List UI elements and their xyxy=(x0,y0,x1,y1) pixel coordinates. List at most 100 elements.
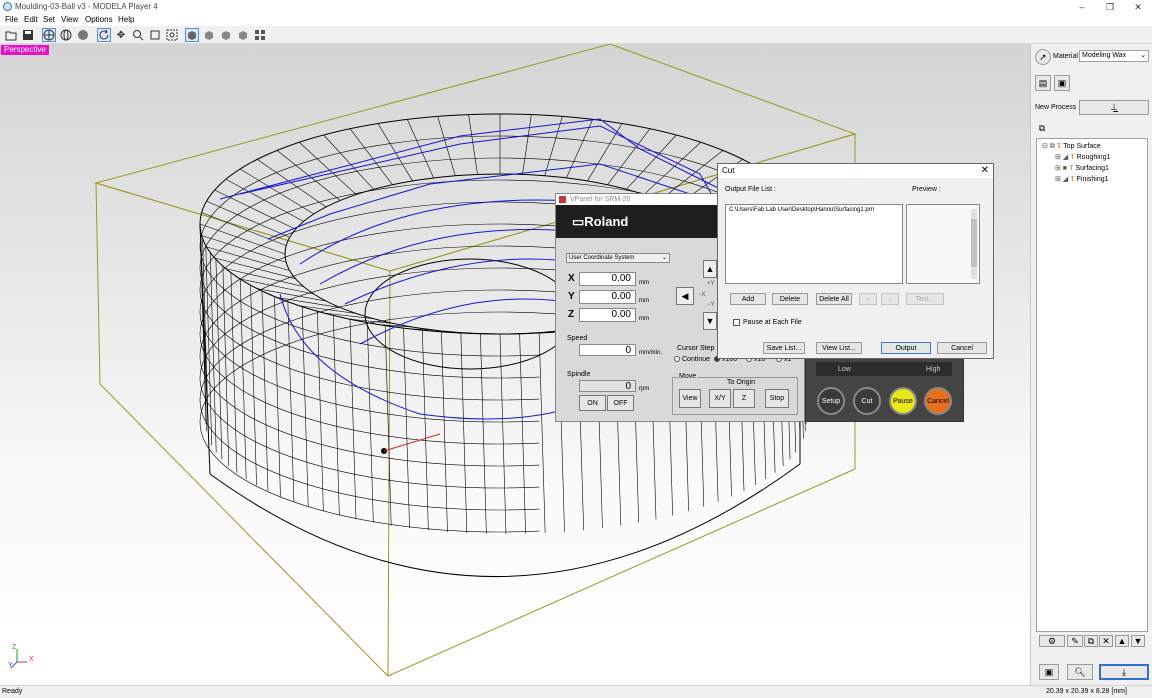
menu-options[interactable]: Options xyxy=(85,15,113,24)
menu-bar: File Edit Set View Options Help xyxy=(0,14,1152,26)
delete-button[interactable]: Delete xyxy=(772,293,808,305)
window-title: Moulding-03-Ball v3 - MODELA Player 4 xyxy=(15,2,158,11)
delete-icon[interactable]: ✕ xyxy=(1099,635,1113,647)
view-iso-icon[interactable] xyxy=(202,28,216,42)
speed-low-label: Low xyxy=(838,366,851,373)
jog-minus-x-button[interactable]: ◀ xyxy=(676,287,694,305)
menu-edit[interactable]: Edit xyxy=(24,15,38,24)
add-button[interactable]: Add xyxy=(730,293,766,305)
axis-z-label: Z xyxy=(12,644,17,651)
globe-icon[interactable] xyxy=(42,28,56,42)
cut-dialog: Cut ✕ Output File List : Preview : C:\Use… xyxy=(717,163,994,359)
preview-icon[interactable]: ▣ xyxy=(1039,664,1059,680)
view-top-icon[interactable] xyxy=(236,28,250,42)
tree-item-surfacing1[interactable]: ⊞ ■ 𝐓 Surfacing1 xyxy=(1055,164,1109,173)
move-icon[interactable]: ✥ xyxy=(114,28,128,42)
minimize-button[interactable]: – xyxy=(1068,1,1096,13)
delete-all-button[interactable]: Delete All xyxy=(816,293,852,305)
spindle-on-button[interactable]: ON xyxy=(579,395,606,411)
y-unit: mm xyxy=(639,298,649,304)
axis-triad xyxy=(10,649,27,669)
setup-button[interactable]: Setup xyxy=(817,387,845,415)
model-size: 20.39 x 20.39 x 8.28 [mm] xyxy=(1046,688,1127,695)
rotate-icon[interactable] xyxy=(97,28,111,42)
status-bar: Ready 20.39 x 20.39 x 8.28 [mm] xyxy=(0,685,1152,698)
vpanel-control-strip: Low High Setup Cut Pause Cancel xyxy=(805,355,964,422)
cut-output-icon[interactable]: ⤓ xyxy=(1099,664,1149,680)
menu-set[interactable]: Set xyxy=(43,15,55,24)
save-icon[interactable] xyxy=(21,28,35,42)
file-list-item[interactable]: C:\Users\Fab Lab User\Desktop\Hannu\Surf… xyxy=(729,207,899,213)
move-up-button[interactable]: ↑ xyxy=(859,293,877,305)
new-process-button[interactable]: ⊥̲ xyxy=(1079,100,1149,115)
preview-scrollbar[interactable] xyxy=(971,209,977,279)
view-front-icon[interactable] xyxy=(185,28,199,42)
tool-settings-icon[interactable]: ⚙ xyxy=(1039,635,1065,647)
speed-high-label: High xyxy=(926,366,941,373)
preview-label: Preview : xyxy=(912,186,941,193)
menu-view[interactable]: View xyxy=(61,15,78,24)
view-side-icon[interactable] xyxy=(219,28,233,42)
move-down-icon[interactable]: ▼ xyxy=(1131,635,1145,647)
material-label: Material xyxy=(1053,53,1078,60)
jog-minus-y-button[interactable]: ▼ xyxy=(703,312,717,330)
copy-icon[interactable]: ⧉ xyxy=(1084,635,1098,647)
open-icon[interactable] xyxy=(4,28,18,42)
process-edit-icon[interactable]: ✎ xyxy=(1067,635,1083,647)
compass-icon[interactable]: ➚ xyxy=(1035,49,1051,65)
pause-each-file-checkbox[interactable] xyxy=(733,319,740,326)
title-bar: Moulding-03-Ball v3 - MODELA Player 4 – … xyxy=(0,0,1152,14)
restore-button[interactable]: ❐ xyxy=(1096,1,1124,13)
view-all-icon[interactable] xyxy=(253,28,267,42)
stop-button[interactable]: Stop xyxy=(765,389,789,408)
output-button[interactable]: Output xyxy=(881,342,931,354)
view-mode-label[interactable]: Perspective xyxy=(1,45,49,55)
step-continue-radio[interactable]: Continue xyxy=(674,356,710,363)
cancel-button[interactable]: Cancel xyxy=(937,342,987,354)
tree-item-top-surface[interactable]: ⊟ ⧉ 𝐓 Top Surface xyxy=(1042,142,1101,151)
move-up-icon[interactable]: ▲ xyxy=(1115,635,1129,647)
cut-button[interactable]: Cut xyxy=(853,387,881,415)
jog-plus-y-button[interactable]: ▲ xyxy=(703,260,717,278)
test-button[interactable]: Test... xyxy=(906,293,944,305)
origin-z-button[interactable]: Z xyxy=(733,389,755,408)
material-select[interactable]: Modeling Wax ⌄ xyxy=(1079,50,1149,62)
simulation-icon[interactable]: 🔍︎ xyxy=(1067,664,1093,680)
tree-view-icon[interactable]: ⧉ xyxy=(1035,122,1049,134)
spindle-unit: rpm xyxy=(639,386,650,392)
x-axis-label: X xyxy=(568,273,575,284)
jog-minus-y-label: −Y xyxy=(707,302,715,308)
close-button[interactable]: ✕ xyxy=(1124,1,1152,13)
zoom-icon[interactable] xyxy=(131,28,145,42)
save-list-button[interactable]: Save List... xyxy=(763,342,805,354)
move-down-button[interactable]: ↓ xyxy=(881,293,899,305)
origin-xy-button[interactable]: X/Y xyxy=(709,389,731,408)
tree-item-roughing1[interactable]: ⊞ ◢ 𝐓 Roughing1 xyxy=(1055,153,1111,162)
menu-help[interactable]: Help xyxy=(118,15,134,24)
x-unit: mm xyxy=(639,280,649,286)
jog-minus-x-label: −X xyxy=(698,292,706,298)
coordinate-system-select[interactable]: User Coordinate System ⌄ xyxy=(566,253,670,263)
app-icon xyxy=(3,2,12,11)
view-list-button[interactable]: View List... xyxy=(816,342,862,354)
cancel-machining-button[interactable]: Cancel xyxy=(924,387,952,415)
process-list-icon[interactable]: ▣ xyxy=(1054,75,1070,91)
globe-outline-icon[interactable] xyxy=(59,28,73,42)
pause-button[interactable]: Pause xyxy=(889,387,917,415)
spindle-off-button[interactable]: OFF xyxy=(607,395,634,411)
z-unit: mm xyxy=(639,316,649,322)
menu-file[interactable]: File xyxy=(5,15,18,24)
speed-override-slider[interactable]: Low High xyxy=(816,362,952,376)
model-settings-icon[interactable]: ▤ xyxy=(1035,75,1051,91)
axis-x-label: X xyxy=(29,656,34,663)
fit-frame-icon[interactable] xyxy=(148,28,162,42)
output-file-list[interactable]: C:\Users\Fab Lab User\Desktop\Hannu\Surf… xyxy=(725,204,903,284)
cursor-step-label: Cursor Step xyxy=(677,345,715,352)
zoom-window-icon[interactable] xyxy=(165,28,179,42)
cut-dialog-close-icon[interactable]: ✕ xyxy=(981,164,989,178)
view-position-button[interactable]: View xyxy=(679,389,701,408)
tree-item-finishing1[interactable]: ⊞ ◢ 𝐓 Finishing1 xyxy=(1055,175,1109,184)
speed-value: 0 xyxy=(579,344,636,356)
cut-dialog-title: Cut ✕ xyxy=(718,164,993,178)
sphere-icon[interactable] xyxy=(76,28,90,42)
